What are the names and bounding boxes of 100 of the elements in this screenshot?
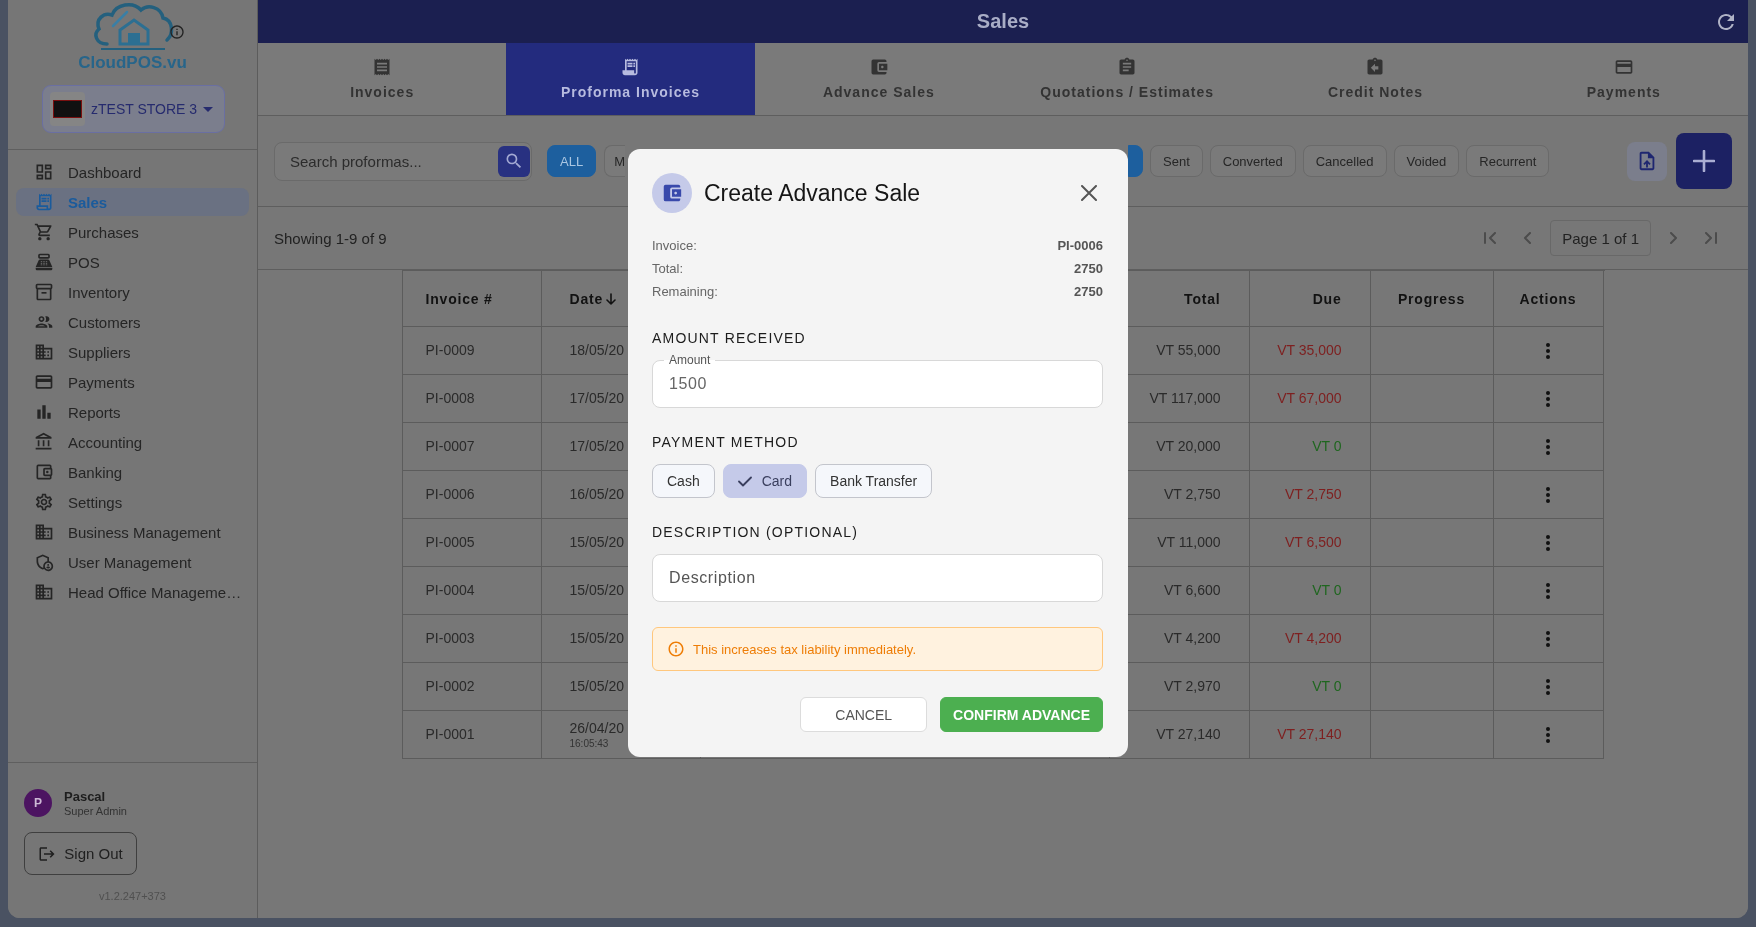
search-button[interactable]: [498, 145, 530, 177]
section-heading: DESCRIPTION (OPTIONAL): [652, 523, 860, 542]
user-avatar: P: [24, 789, 52, 817]
nav-item[interactable]: Settings: [16, 488, 249, 516]
vertical-dots-icon: [1546, 486, 1550, 503]
confirm-button[interactable]: CONFIRM ADVANCE: [940, 697, 1103, 732]
last-page-icon: [1705, 232, 1717, 244]
invoice-number: PI-0007: [425, 438, 475, 455]
tab[interactable]: Credit Notes: [1251, 43, 1500, 115]
clipboard-arrow-icon: [1365, 57, 1386, 77]
receipt-icon: [620, 57, 641, 77]
section-heading: AMOUNT RECEIVED: [652, 329, 807, 348]
sort-arrow-icon[interactable]: [606, 292, 617, 305]
vertical-dots-icon: [1546, 342, 1550, 359]
user-name: Pascal: [64, 788, 107, 804]
invoice-number: PI-0003: [425, 630, 475, 647]
nav-item[interactable]: Accounting: [16, 428, 249, 456]
column-header: Total: [1184, 290, 1221, 307]
filter-chip[interactable]: Converted: [1209, 145, 1296, 177]
caret-icon: [203, 106, 214, 112]
nav-item[interactable]: Reports: [16, 398, 249, 426]
vertical-dots-icon: [1546, 390, 1550, 407]
export-button[interactable]: [1627, 141, 1667, 181]
building-icon: [34, 522, 54, 542]
due-amount: VT 35,000: [1277, 342, 1342, 359]
cart-icon: [34, 222, 54, 242]
total-amount: VT 2,970: [1163, 678, 1221, 695]
payment-method-chip[interactable]: Bank Transfer: [815, 464, 933, 498]
tab[interactable]: Invoices: [258, 43, 507, 115]
check-icon: [737, 475, 752, 487]
store-selector[interactable]: zTEST STORE 3: [42, 85, 225, 133]
filter-chip[interactable]: Sent: [1150, 145, 1203, 177]
payment-method-chip[interactable]: Card: [722, 464, 808, 498]
field-label: Amount: [664, 353, 716, 367]
first-page-icon: [1484, 232, 1497, 244]
invoice-date: 18/05/20: [569, 342, 624, 359]
nav-item[interactable]: Inventory: [16, 278, 249, 306]
vertical-dots-icon: [1546, 438, 1550, 455]
due-amount: VT 2,750: [1284, 486, 1342, 503]
due-amount: VT 0: [1312, 438, 1342, 455]
total-amount: VT 27,140: [1156, 726, 1221, 743]
total-amount: VT 2,750: [1163, 486, 1221, 503]
nav-item[interactable]: Business Management: [16, 518, 249, 546]
filter-chip[interactable]: M: [604, 145, 625, 177]
description-field[interactable]: Description: [652, 554, 1103, 602]
info-icon[interactable]: [169, 24, 185, 40]
dashboard-icon: [34, 162, 54, 182]
summary-label: Invoice:: [652, 238, 697, 253]
shield-person-icon: [34, 552, 54, 572]
invoice-date: 16/05/20: [569, 486, 624, 503]
add-button[interactable]: [1676, 133, 1732, 189]
tab[interactable]: Payments: [1499, 43, 1748, 115]
filter-chip[interactable]: Recurrent: [1466, 145, 1550, 177]
due-amount: VT 0: [1312, 678, 1342, 695]
results-summary: Showing 1-9 of 9: [274, 229, 387, 247]
nav-item[interactable]: POS: [16, 248, 249, 276]
payment-method-chip[interactable]: Cash: [652, 464, 715, 498]
invoice-date: 17/05/20: [569, 390, 624, 407]
tab[interactable]: Proforma Invoices: [506, 43, 755, 115]
nav-item[interactable]: Suppliers: [16, 338, 249, 366]
section-heading: PAYMENT METHOD: [652, 433, 800, 452]
filter-chip[interactable]: ALL: [547, 145, 597, 177]
page-title: Sales: [976, 10, 1030, 33]
building-icon: [34, 582, 54, 602]
nav-item[interactable]: Purchases: [16, 218, 249, 246]
nav-item[interactable]: Customers: [16, 308, 249, 336]
chevron-right-icon: [1670, 232, 1678, 244]
summary-value: PI-0006: [1057, 238, 1103, 253]
info-icon: [667, 640, 685, 658]
due-amount: VT 27,140: [1277, 726, 1342, 743]
nav-item[interactable]: Payments: [16, 368, 249, 396]
receipt-icon: [372, 57, 393, 77]
tab[interactable]: Quotations / Estimates: [1003, 43, 1252, 115]
invoice-time: 16:05:43: [569, 736, 609, 750]
summary-value: 2750: [1074, 284, 1103, 299]
vertical-dots-icon: [1546, 726, 1550, 743]
column-header: Actions: [1519, 290, 1577, 307]
invoice-date: 15/05/20: [569, 678, 624, 695]
nav-item[interactable]: Dashboard: [16, 158, 249, 186]
notice-text: This increases tax liability immediately.: [693, 641, 916, 657]
search-field[interactable]: Search proformas...: [274, 141, 532, 181]
building-icon: [34, 342, 54, 362]
filter-chip[interactable]: Cancelled: [1302, 145, 1387, 177]
filter-chip[interactable]: Voided: [1393, 145, 1460, 177]
nav-item[interactable]: User Management: [16, 548, 249, 576]
logout-icon: [38, 844, 57, 863]
cancel-button[interactable]: CANCEL: [800, 697, 928, 732]
due-amount: VT 6,500: [1284, 534, 1342, 551]
tab[interactable]: Advance Sales: [754, 43, 1003, 115]
total-amount: VT 55,000: [1156, 342, 1221, 359]
plus-icon: [1693, 150, 1715, 172]
sign-out-button[interactable]: Sign Out: [24, 832, 137, 875]
due-amount: VT 4,200: [1284, 630, 1342, 647]
settings-icon: [34, 492, 54, 512]
nav-item[interactable]: Head Office Manageme…: [16, 578, 249, 606]
nav-item[interactable]: Banking: [16, 458, 249, 486]
store-logo-image: [50, 92, 85, 126]
invoice-date: 15/05/20: [569, 534, 624, 551]
due-amount: VT 67,000: [1277, 390, 1342, 407]
invoice-number: PI-0009: [425, 342, 475, 359]
